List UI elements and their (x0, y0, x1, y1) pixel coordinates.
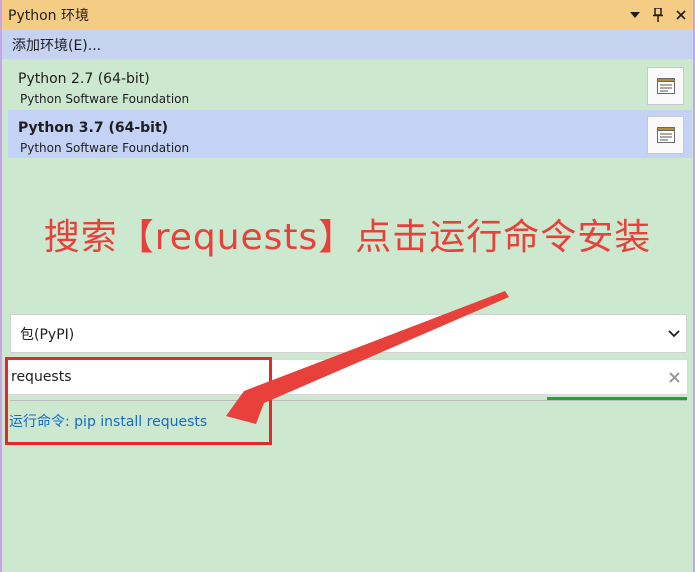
clear-search-button[interactable] (661, 371, 687, 383)
pin-icon[interactable] (647, 4, 669, 26)
add-environment-link[interactable]: 添加环境(E)... (2, 30, 693, 59)
triangle-down-icon[interactable] (624, 4, 646, 26)
open-interactive-button[interactable] (647, 67, 684, 105)
close-icon[interactable] (670, 4, 692, 26)
environment-item-python37[interactable]: Python 3.7 (64-bit) Python Software Foun… (8, 110, 692, 158)
console-icon (656, 78, 675, 94)
highlight-box (5, 357, 272, 445)
instruction-annotation: 搜索【requests】点击运行命令安装 (43, 217, 652, 258)
package-source-value: 包(PyPI) (20, 326, 75, 343)
panel-title: Python 环境 (8, 8, 89, 24)
environment-publisher: Python Software Foundation (20, 141, 190, 155)
panel-titlebar: Python 环境 (2, 0, 693, 30)
environment-name: Python 3.7 (64-bit) (18, 120, 169, 136)
close-icon (668, 371, 680, 383)
python-environments-panel: Python 环境 添加环境(E)... Python 2.7 (64-bit)… (0, 0, 695, 572)
package-source-select[interactable]: 包(PyPI) (10, 314, 687, 353)
chevron-down-icon (662, 329, 686, 338)
open-interactive-button[interactable] (647, 116, 684, 154)
environment-item-python27[interactable]: Python 2.7 (64-bit) Python Software Foun… (8, 61, 692, 109)
environment-publisher: Python Software Foundation (20, 92, 190, 106)
environment-name: Python 2.7 (64-bit) (18, 71, 150, 87)
console-icon (656, 127, 675, 143)
